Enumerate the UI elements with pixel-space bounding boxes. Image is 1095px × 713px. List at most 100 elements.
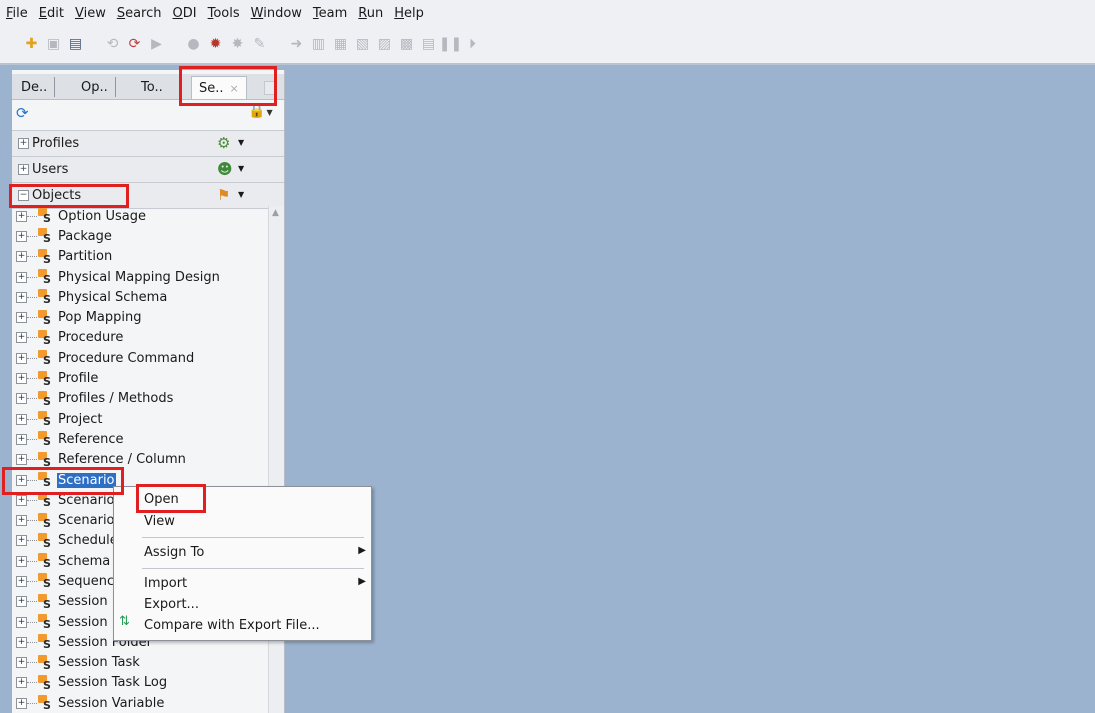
tab-designer[interactable]: De.. — [14, 77, 56, 97]
expand-icon[interactable]: + — [16, 291, 27, 303]
step-stop-icon[interactable]: ▤ — [419, 35, 438, 54]
menu-file[interactable]: File — [1, 6, 33, 21]
object-folder-icon: S — [37, 695, 55, 712]
object-folder-icon: S — [37, 228, 55, 245]
menu-item-compare[interactable]: Compare with Export File... — [144, 618, 320, 633]
expand-icon[interactable]: + — [16, 230, 27, 242]
expand-icon[interactable]: + — [16, 413, 27, 425]
tree-connector — [27, 256, 37, 258]
menu-item-assign-to[interactable]: Assign To ▶ — [144, 545, 366, 560]
tree-node[interactable]: + S Physical Schema — [12, 287, 268, 307]
tree-node[interactable]: + S Procedure Command — [12, 348, 268, 368]
expand-icon[interactable]: + — [16, 251, 27, 263]
tree-node[interactable]: + S Profiles / Methods — [12, 389, 268, 409]
tab-topology[interactable]: To.. — [134, 77, 170, 97]
tree-node[interactable]: + S Session Task — [12, 653, 268, 673]
debug-clear-icon[interactable]: ✎ — [250, 35, 269, 54]
menu-search[interactable]: Search — [112, 6, 167, 21]
tree-node[interactable]: + S Physical Mapping Design — [12, 267, 268, 287]
menu-edit[interactable]: Edit — [34, 6, 69, 21]
expand-icon[interactable]: + — [16, 697, 27, 709]
expand-icon[interactable]: + — [16, 535, 27, 547]
expand-icon[interactable]: + — [16, 352, 27, 364]
profile-menu-icon[interactable]: ⚙ — [217, 134, 230, 152]
expand-icon[interactable]: + — [16, 596, 27, 608]
tree-node[interactable]: + S Project — [12, 409, 268, 429]
tree-node[interactable]: + S Partition — [12, 247, 268, 267]
tree-node[interactable]: + S Profile — [12, 368, 268, 388]
expand-icon[interactable]: + — [16, 373, 27, 385]
tab-operator[interactable]: Op.. — [74, 77, 116, 97]
step-into-icon[interactable]: ➜ — [287, 35, 306, 54]
expand-icon[interactable]: + — [18, 164, 29, 175]
expand-icon[interactable]: + — [16, 271, 27, 283]
chevron-down-icon[interactable]: ▼ — [238, 138, 244, 147]
chevron-down-icon[interactable]: ▼ — [238, 164, 244, 173]
tree-node[interactable]: + S Option Usage — [12, 206, 268, 226]
expand-icon[interactable]: + — [16, 636, 27, 648]
expand-icon[interactable]: + — [16, 312, 27, 324]
scroll-up-icon[interactable]: ▲ — [272, 208, 279, 218]
refresh-icon[interactable]: ⟳ — [16, 105, 32, 121]
expand-icon[interactable]: + — [16, 210, 27, 222]
tree-connector — [27, 357, 37, 359]
accordion-profiles[interactable]: + Profiles ⚙ ▼ — [12, 130, 284, 157]
expand-icon[interactable]: + — [16, 454, 27, 466]
step-out-icon[interactable]: ▦ — [331, 35, 350, 54]
menu-run[interactable]: Run — [353, 6, 388, 21]
save-all-icon[interactable]: ▤ — [66, 35, 85, 54]
step-over-icon[interactable]: ▥ — [309, 35, 328, 54]
expand-icon[interactable]: + — [16, 555, 27, 567]
expand-icon[interactable]: + — [16, 616, 27, 628]
tree-node[interactable]: + S Reference — [12, 429, 268, 449]
menu-item-import[interactable]: Import ▶ — [144, 576, 366, 591]
object-menu-icon[interactable]: ⚑ — [217, 186, 230, 204]
menu-help[interactable]: Help — [389, 6, 429, 21]
menu-team[interactable]: Team — [308, 6, 352, 21]
menu-view[interactable]: View — [70, 6, 111, 21]
step-end-icon[interactable]: ▩ — [397, 35, 416, 54]
resume-icon[interactable]: ⏵ — [463, 35, 482, 54]
highlight-objects-accordion — [9, 184, 129, 208]
user-menu-icon[interactable]: ☻ — [217, 160, 233, 178]
expand-icon[interactable]: + — [16, 393, 27, 405]
tree-connector — [27, 560, 37, 562]
step-next-icon[interactable]: ▧ — [353, 35, 372, 54]
accordion-label: Profiles — [32, 136, 80, 151]
tree-node-label: Scenario — [58, 513, 115, 529]
redo-icon[interactable]: ⟳ — [125, 35, 144, 54]
tree-node[interactable]: + S Session Variable — [12, 693, 268, 713]
expand-icon[interactable]: + — [16, 677, 27, 689]
tree-node[interactable]: + S Pop Mapping — [12, 307, 268, 327]
highlight-scenario-node — [2, 467, 124, 495]
tree-node[interactable]: + S Procedure — [12, 328, 268, 348]
object-folder-icon: S — [37, 350, 55, 367]
expand-icon[interactable]: + — [16, 494, 27, 506]
tree-node-label: Physical Mapping Design — [58, 269, 220, 285]
save-icon[interactable]: ▣ — [44, 35, 63, 54]
tree-node[interactable]: + S Session Task Log — [12, 673, 268, 693]
expand-icon[interactable]: + — [16, 332, 27, 344]
expand-icon[interactable]: + — [16, 515, 27, 527]
expand-icon[interactable]: + — [16, 657, 27, 669]
run-icon[interactable]: ▶ — [147, 35, 166, 54]
menu-item-export[interactable]: Export... — [144, 597, 199, 612]
pause-icon[interactable]: ❚❚ — [439, 35, 462, 54]
menu-odi[interactable]: ODI — [168, 6, 202, 21]
debug-step-icon[interactable]: ✸ — [228, 35, 247, 54]
debug-dot-icon[interactable]: ● — [184, 35, 203, 54]
expand-icon[interactable]: + — [16, 433, 27, 445]
expand-icon[interactable]: + — [18, 138, 29, 149]
expand-icon[interactable]: + — [16, 575, 27, 587]
chevron-down-icon[interactable]: ▼ — [238, 190, 244, 199]
menu-item-view[interactable]: View — [144, 514, 175, 529]
menu-window[interactable]: Window — [246, 6, 307, 21]
new-icon[interactable]: ✚ — [22, 35, 41, 54]
tree-node[interactable]: + S Package — [12, 226, 268, 246]
accordion-users[interactable]: + Users ☻ ▼ — [12, 156, 284, 183]
tree-node-label: Physical Schema — [58, 289, 168, 305]
debug-icon[interactable]: ✹ — [206, 35, 225, 54]
undo-icon[interactable]: ⟲ — [103, 35, 122, 54]
step-last-icon[interactable]: ▨ — [375, 35, 394, 54]
menu-tools[interactable]: Tools — [203, 6, 245, 21]
